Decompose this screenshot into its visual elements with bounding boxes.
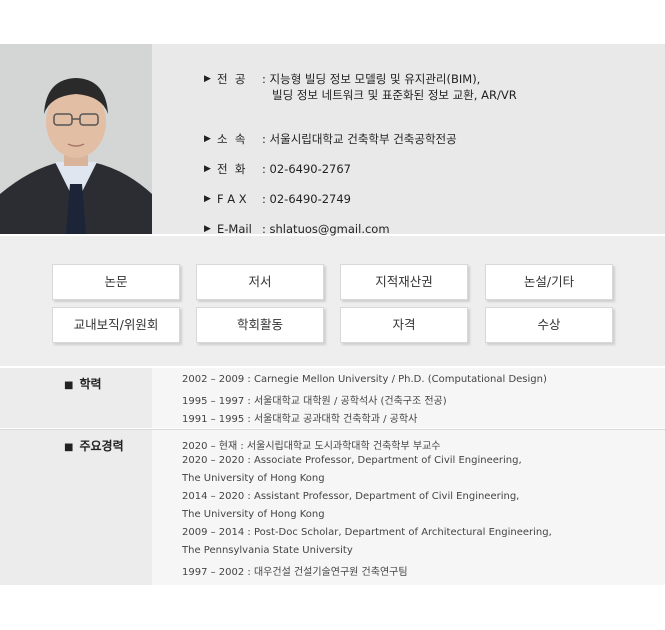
career-section: ■ 주요경력 2020 – 현재 : 서울시립대학교 도시과학대학 건축학부 부교… [0, 430, 665, 585]
info-label: 소 속 [217, 132, 246, 146]
profile-photo [0, 44, 152, 234]
career-entry: The University of Hong Kong [182, 509, 325, 520]
info-label: 전 공 [217, 72, 246, 86]
career-entry: 2020 – 현재 : 서울시립대학교 도시과학대학 건축학부 부교수 [182, 441, 441, 452]
triangle-bullet-icon: ▶ [204, 74, 211, 84]
colon: : [262, 72, 266, 86]
section-title-text: 주요경력 [79, 439, 124, 453]
section-body: 2020 – 현재 : 서울시립대학교 도시과학대학 건축학부 부교수 2020… [152, 430, 665, 585]
triangle-bullet-icon: ▶ [204, 134, 211, 144]
section-body: 2002 – 2009 : Carnegie Mellon University… [152, 368, 665, 428]
info-line: 02-6490-2767 [269, 162, 351, 176]
square-bullet-icon: ■ [64, 380, 74, 391]
profile-panel: ▶ 전 공 : 지능형 빌딩 정보 모델링 및 유지관리(BIM), 빌딩 정보… [0, 44, 665, 237]
section-title: ■ 주요경력 [64, 437, 124, 454]
colon: : [262, 132, 266, 146]
education-entry: 2002 – 2009 : Carnegie Mellon University… [182, 374, 547, 385]
section-title: ■ 학력 [64, 375, 102, 392]
career-entry: The Pennsylvania State University [182, 545, 353, 556]
editorials-etc-button[interactable]: 논설/기타 [485, 264, 613, 300]
section-title-text: 학력 [79, 377, 102, 391]
colon: : [262, 222, 266, 236]
square-bullet-icon: ■ [64, 442, 74, 453]
info-value: : 02-6490-2767 [262, 161, 351, 177]
info-line: 서울시립대학교 건축학부 건축공학전공 [269, 132, 457, 146]
category-button-area: 논문 저서 지적재산권 논설/기타 교내보직/위원회 학회활동 자격 수상 [0, 236, 665, 366]
info-value: : shlatuos@gmail.com [262, 221, 390, 237]
education-section: ■ 학력 2002 – 2009 : Carnegie Mellon Univer… [0, 368, 665, 428]
section-label: ■ 주요경력 [0, 430, 152, 585]
education-entry: 1991 – 1995 : 서울대학교 공과대학 건축학과 / 공학사 [182, 414, 418, 425]
academic-activities-button[interactable]: 학회활동 [196, 307, 324, 343]
info-value: : 02-6490-2749 [262, 191, 351, 207]
info-value: : 지능형 빌딩 정보 모델링 및 유지관리(BIM), 빌딩 정보 네트워크 … [262, 71, 517, 103]
qualifications-button[interactable]: 자격 [340, 307, 468, 343]
career-entry: The University of Hong Kong [182, 473, 325, 484]
colon: : [262, 192, 266, 206]
triangle-bullet-icon: ▶ [204, 164, 211, 174]
books-button[interactable]: 저서 [196, 264, 324, 300]
info-line: 빌딩 정보 네트워크 및 표준화된 정보 교환, AR/VR [272, 88, 517, 102]
career-entry: 2014 – 2020 : Assistant Professor, Depar… [182, 491, 520, 502]
email-link[interactable]: shlatuos@gmail.com [270, 222, 390, 236]
career-entry: 1997 – 2002 : 대우건설 건설기술연구원 건축연구팀 [182, 567, 408, 578]
info-value: : 서울시립대학교 건축학부 건축공학전공 [262, 131, 457, 147]
intellectual-property-button[interactable]: 지적재산권 [340, 264, 468, 300]
info-line: 지능형 빌딩 정보 모델링 및 유지관리(BIM), [269, 72, 481, 86]
career-entry: 2009 – 2014 : Post-Doc Scholar, Departme… [182, 527, 552, 538]
colon: : [262, 162, 266, 176]
papers-button[interactable]: 논문 [52, 264, 180, 300]
section-label: ■ 학력 [0, 368, 152, 428]
portrait-image [0, 44, 152, 234]
career-entry: 2020 – 2020 : Associate Professor, Depar… [182, 455, 522, 466]
info-label: 전 화 [217, 162, 246, 176]
info-label: F A X [217, 192, 247, 206]
triangle-bullet-icon: ▶ [204, 194, 211, 204]
info-line: 02-6490-2749 [269, 192, 351, 206]
education-entry: 1995 – 1997 : 서울대학교 대학원 / 공학석사 (건축구조 전공) [182, 396, 447, 407]
awards-button[interactable]: 수상 [485, 307, 613, 343]
info-label: E-Mail [217, 222, 252, 236]
triangle-bullet-icon: ▶ [204, 224, 211, 234]
campus-positions-button[interactable]: 교내보직/위원회 [52, 307, 180, 343]
